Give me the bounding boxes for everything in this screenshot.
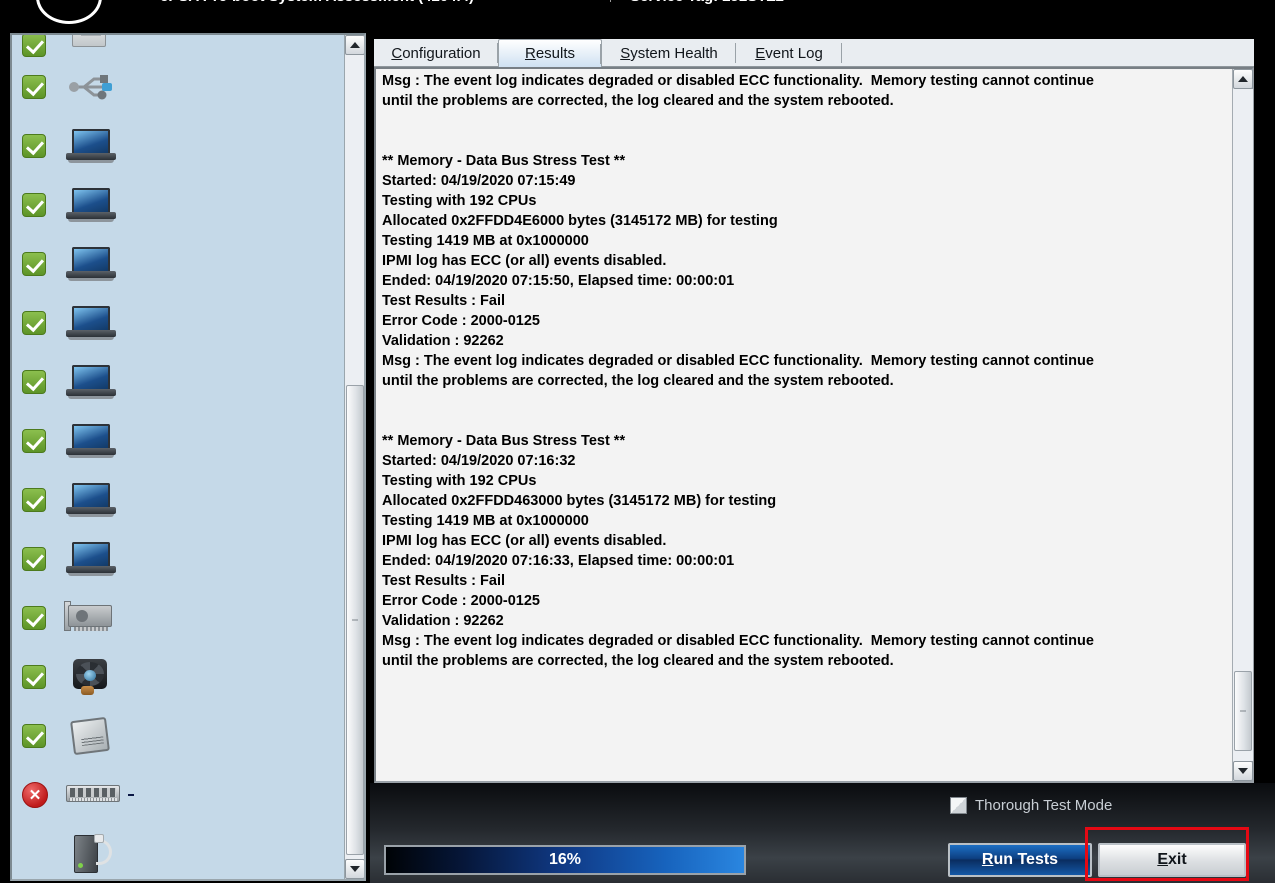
status-pass-checkbox-icon[interactable] [22,35,46,57]
tab-label: System Health [620,44,718,62]
test-progress-bar: 16% [384,845,746,875]
device-list-item-label [128,793,134,796]
status-pass-checkbox-icon[interactable] [22,310,46,335]
results-scrollbar[interactable] [1232,69,1253,781]
device-list-item[interactable] [12,116,348,175]
disk-icon [64,35,118,57]
status-pass-checkbox-icon[interactable] [22,133,46,158]
app-header: DELL ePSA Pre-boot System Assessment (42… [0,0,1275,32]
tab-configuration[interactable]: Configuration [374,39,498,67]
device-list-item[interactable] [12,175,348,234]
main-panel: Configuration Results System Health Event L… [370,33,1275,883]
sidebar-scrollbar[interactable] [344,35,364,879]
processor-icon [64,715,118,757]
scroll-thumb-grip-icon [352,619,358,621]
device-list-item[interactable] [12,411,348,470]
sidebar-scroll-thumb[interactable] [346,385,364,855]
status-pass-checkbox-icon[interactable] [22,251,46,276]
progress-percent-label: 16% [548,851,582,868]
status-pass-checkbox-icon[interactable] [22,487,46,512]
results-scroll-up-button[interactable] [1233,69,1253,89]
device-list-item[interactable] [12,706,348,765]
laptop-icon [64,184,118,226]
device-list-item[interactable] [12,57,348,116]
checkbox-box-icon[interactable] [950,797,967,814]
results-panel: Msg : The event log indicates degraded o… [374,67,1254,783]
action-bar: Thorough Test Mode 16% Run Tests Exit [370,783,1275,883]
status-pass-checkbox-icon[interactable] [22,428,46,453]
run-tests-button[interactable]: Run Tests [948,843,1092,877]
server-icon [64,833,118,875]
fan-icon [64,656,118,698]
scroll-down-arrow-icon [1238,768,1248,774]
laptop-icon [64,125,118,167]
laptop-icon [64,420,118,462]
device-list-item[interactable] [12,352,348,411]
device-list-item[interactable] [12,824,348,879]
tab-label: Event Log [755,44,823,62]
device-list-item[interactable] [12,647,348,706]
device-list-item[interactable] [12,765,348,824]
device-list-item[interactable] [12,293,348,352]
status-pass-checkbox-icon[interactable] [22,192,46,217]
status-pass-checkbox-icon[interactable] [22,723,46,748]
tab-label: Configuration [391,44,481,62]
sidebar-scroll-track[interactable] [345,55,364,859]
usb-icon [64,66,118,108]
sidebar-scroll-down-button[interactable] [345,859,364,879]
page-title: ePSA Pre-boot System Assessment (4204.4) [160,0,474,5]
scroll-up-arrow-icon [1238,76,1248,82]
memory-icon [66,774,120,816]
device-list-item[interactable] [12,529,348,588]
device-list-item[interactable] [12,234,348,293]
tab-event-log[interactable]: Event Log [736,39,842,67]
device-list-item[interactable] [12,588,348,647]
sidebar-scroll-up-button[interactable] [345,35,364,55]
results-scroll-thumb[interactable] [1234,671,1252,751]
tab-separator [600,44,601,64]
dell-logo-icon: DELL [36,0,102,24]
video-card-icon [64,597,118,639]
service-tag-label: Service Tag: 2J2STZ2 [630,0,784,5]
thorough-test-mode-label: Thorough Test Mode [975,797,1113,814]
status-pass-checkbox-icon[interactable] [22,369,46,394]
laptop-icon [64,479,118,521]
tab-bar: Configuration Results System Health Event L… [374,39,1254,67]
laptop-icon [64,361,118,403]
status-pass-checkbox-icon[interactable] [22,664,46,689]
tab-system-health[interactable]: System Health [602,39,736,67]
scroll-thumb-grip-icon [1240,710,1246,712]
tab-results[interactable]: Results [498,39,602,67]
scroll-up-arrow-icon [350,42,360,48]
header-divider [610,0,611,2]
status-pass-checkbox-icon[interactable] [22,546,46,571]
status-error-icon[interactable] [22,781,48,808]
results-scroll-track[interactable] [1233,89,1253,761]
device-list-panel [10,33,366,881]
tab-separator [841,43,842,63]
epsa-diagnostics-window: DELL ePSA Pre-boot System Assessment (42… [0,0,1275,883]
status-none-icon [22,842,46,866]
device-list-item[interactable] [12,470,348,529]
scroll-down-arrow-icon [350,866,360,872]
status-pass-checkbox-icon[interactable] [22,605,46,630]
status-pass-checkbox-icon[interactable] [22,74,46,99]
laptop-icon [64,243,118,285]
laptop-icon [64,302,118,344]
results-log-text: Msg : The event log indicates degraded o… [382,73,1094,669]
device-list[interactable] [12,35,348,879]
device-list-item[interactable] [12,35,348,57]
thorough-test-mode-checkbox[interactable]: Thorough Test Mode [950,797,1112,814]
run-tests-label: Run Tests [981,851,1059,868]
results-scroll-down-button[interactable] [1233,761,1253,781]
exit-label: Exit [1157,851,1187,868]
tab-label: Results [524,45,576,62]
exit-button[interactable]: Exit [1098,843,1246,877]
laptop-icon [64,538,118,580]
